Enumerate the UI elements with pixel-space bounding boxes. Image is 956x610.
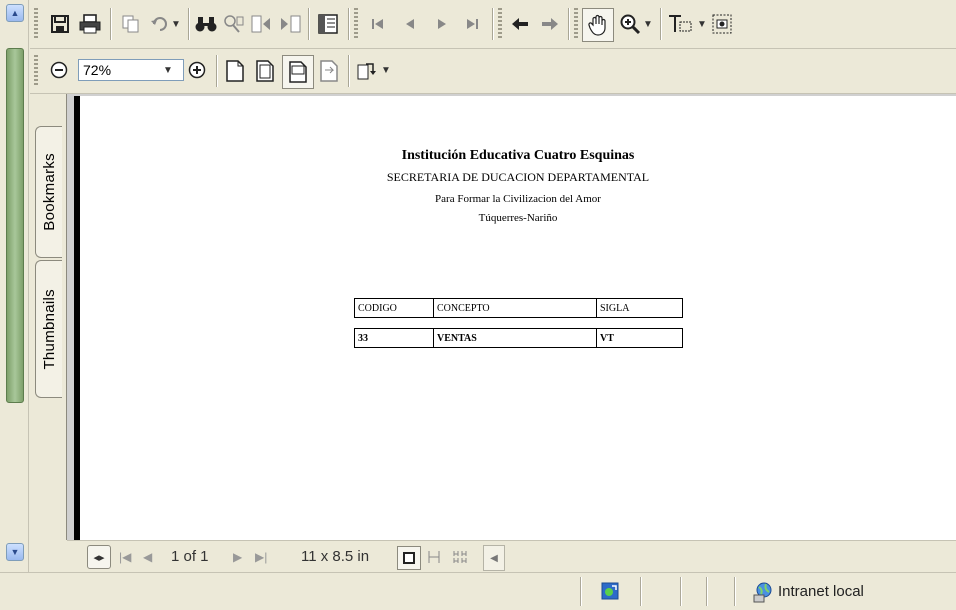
first-page-icon[interactable] xyxy=(366,12,390,36)
toolbar-grip[interactable] xyxy=(498,8,502,40)
toolbar-separator xyxy=(492,8,494,40)
continuous-page-icon[interactable] xyxy=(423,546,445,568)
zoom-in-tool-icon[interactable] xyxy=(618,12,642,36)
header-table: CODIGO CONCEPTO SIGLA xyxy=(354,298,683,318)
security-zone-icon xyxy=(600,581,620,601)
fit-page-icon[interactable] xyxy=(254,59,276,83)
header-cell-concepto: CONCEPTO xyxy=(433,298,597,318)
save-icon[interactable] xyxy=(48,12,72,36)
toolbar-grip[interactable] xyxy=(354,8,358,40)
snapshot-tool-icon[interactable] xyxy=(710,12,734,36)
next-page-icon[interactable] xyxy=(430,12,454,36)
zoom-toolbar: 72% ▼ ▼ xyxy=(30,49,956,94)
select-tool-dropdown-icon[interactable]: ▼ xyxy=(696,12,708,36)
status-separator xyxy=(640,577,642,606)
search-icon[interactable] xyxy=(222,12,246,36)
previous-page-button[interactable]: ◀ xyxy=(143,550,152,564)
header-cell-sigla: SIGLA xyxy=(596,298,683,318)
next-page-button[interactable]: ▶ xyxy=(233,550,242,564)
rotate-dropdown-icon[interactable]: ▼ xyxy=(380,59,392,81)
toolbar-separator xyxy=(660,8,662,40)
previous-view-icon[interactable] xyxy=(508,12,532,36)
zoom-out-icon[interactable] xyxy=(48,59,70,81)
tab-thumbnails[interactable]: Thumbnails xyxy=(35,260,62,398)
first-page-button[interactable]: |◀ xyxy=(119,550,131,564)
document-motto: Para Formar la Civilizacion del Amor xyxy=(435,193,601,205)
last-page-button[interactable]: ▶| xyxy=(255,550,267,564)
next-view-icon[interactable] xyxy=(538,12,562,36)
tab-bookmarks[interactable]: Bookmarks xyxy=(35,126,62,258)
scroll-left-button[interactable]: ◀ xyxy=(483,545,505,571)
document-subtitle: SECRETARIA DE DUCACION DEPARTAMENTAL xyxy=(386,170,650,184)
toolbar-grip[interactable] xyxy=(34,8,38,40)
toolbar-separator xyxy=(348,55,350,87)
status-separator xyxy=(580,577,582,606)
previous-page-icon[interactable] xyxy=(398,12,422,36)
document-page: Institución Educativa Cuatro Esquinas SE… xyxy=(80,96,956,540)
data-table: 33 VENTAS VT xyxy=(354,328,683,348)
status-separator xyxy=(680,577,682,606)
undo-dropdown-icon[interactable]: ▼ xyxy=(170,12,182,36)
toolbar-grip[interactable] xyxy=(34,55,38,87)
main-toolbar: ▼ ▼ ▼ xyxy=(30,0,956,49)
scroll-thumb[interactable] xyxy=(6,48,24,403)
print-icon[interactable] xyxy=(78,12,102,36)
text-select-tool-icon[interactable] xyxy=(666,12,694,36)
facing-pages-icon[interactable] xyxy=(449,546,471,568)
intranet-globe-icon xyxy=(752,581,774,603)
undo-icon[interactable] xyxy=(148,12,170,36)
window-scroll-strip: ▲ ▼ xyxy=(0,0,29,572)
toolbar-separator xyxy=(348,8,350,40)
split-view-icon[interactable]: ◂▸ xyxy=(87,545,111,569)
document-title: Institución Educativa Cuatro Esquinas xyxy=(401,148,635,163)
status-separator xyxy=(734,577,736,606)
scroll-down-button[interactable]: ▼ xyxy=(6,543,24,561)
hand-tool-icon[interactable] xyxy=(582,8,614,42)
toolbar-grip[interactable] xyxy=(574,8,578,40)
toolbar-separator xyxy=(188,8,190,40)
previous-document-icon[interactable] xyxy=(250,12,274,36)
zoom-tool-dropdown-icon[interactable]: ▼ xyxy=(642,12,654,36)
fit-width-icon[interactable] xyxy=(282,55,314,89)
scroll-up-button[interactable]: ▲ xyxy=(6,4,24,22)
status-bar: Intranet local xyxy=(0,572,956,610)
actual-size-icon[interactable] xyxy=(224,59,246,83)
next-document-icon[interactable] xyxy=(278,12,302,36)
find-binoculars-icon[interactable] xyxy=(194,12,218,36)
toolbar-separator xyxy=(110,8,112,40)
security-zone-label: Intranet local xyxy=(778,583,864,600)
last-page-icon[interactable] xyxy=(460,12,484,36)
document-location: Túquerres-Nariño xyxy=(478,212,558,224)
toolbar-separator xyxy=(308,8,310,40)
table-row: 33 VENTAS VT xyxy=(354,328,683,348)
cell-codigo: 33 xyxy=(354,328,434,348)
page-indicator[interactable]: 1 of 1 xyxy=(171,548,209,565)
navigation-pane-icon[interactable] xyxy=(316,12,340,36)
copy-icon[interactable] xyxy=(120,12,142,36)
single-page-icon[interactable] xyxy=(397,546,421,570)
tab-bookmarks-label: Bookmarks xyxy=(40,153,58,231)
page-size-label: 11 x 8.5 in xyxy=(301,548,370,565)
table-header-row: CODIGO CONCEPTO SIGLA xyxy=(354,298,683,318)
cell-sigla: VT xyxy=(596,328,683,348)
zoom-in-icon[interactable] xyxy=(186,59,208,81)
toolbar-separator xyxy=(216,55,218,87)
rotate-view-icon[interactable] xyxy=(356,59,380,83)
header-cell-codigo: CODIGO xyxy=(354,298,434,318)
toolbar-separator xyxy=(568,8,570,40)
zoom-dropdown-icon[interactable]: ▼ xyxy=(160,59,176,81)
page-navigation-bar: ◂▸ |◀ ◀ 1 of 1 ▶ ▶| 11 x 8.5 in ◀ xyxy=(67,540,956,573)
fit-visible-icon[interactable] xyxy=(318,59,340,83)
status-separator xyxy=(706,577,708,606)
cell-concepto: VENTAS xyxy=(433,328,597,348)
tab-thumbnails-label: Thumbnails xyxy=(40,288,58,370)
